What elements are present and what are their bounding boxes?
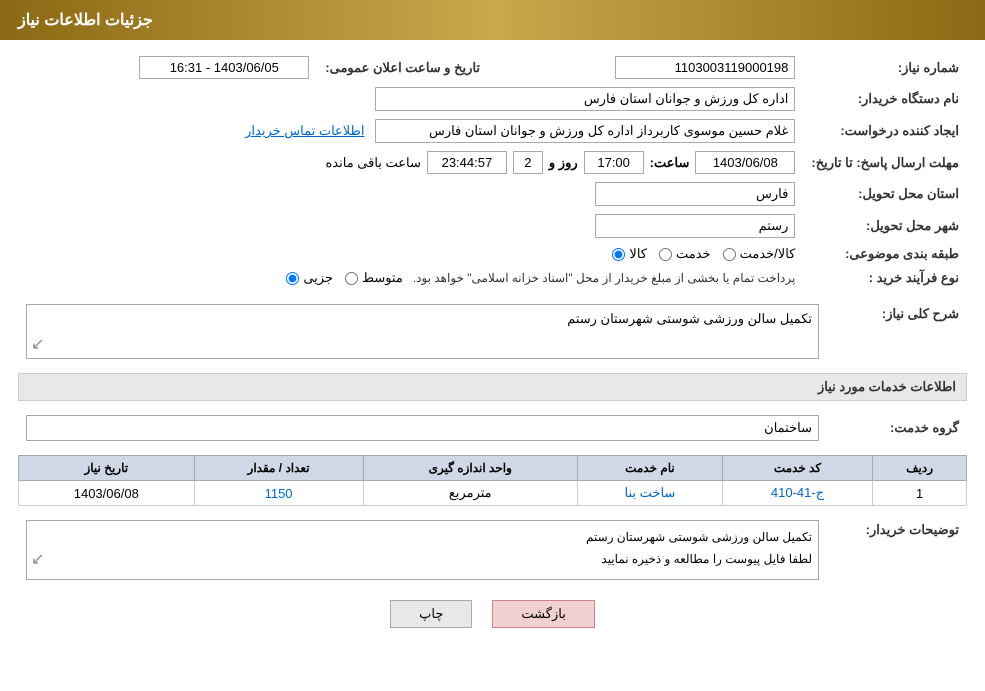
category-cell: کالا/خدمت خدمت کالا: [18, 242, 803, 266]
table-row: 1 ج-41-410 ساخت بنا مترمربع 1150 1403/06…: [19, 481, 967, 506]
process-radio-motavasset[interactable]: [345, 272, 358, 285]
col-header-code: کد خدمت: [722, 456, 872, 481]
requester-label: ایجاد کننده درخواست:: [803, 115, 967, 147]
buyer-org-label: نام دستگاه خریدار:: [803, 83, 967, 115]
category-label-kala: کالا: [629, 246, 647, 262]
buyer-notes-cell: تکمیل سالن ورزشی شوستی شهرستان رستم لطفا…: [18, 516, 827, 584]
service-group-value: ساختمان: [26, 415, 819, 441]
requester-cell: غلام حسین موسوی کاربرداز اداره کل ورزش و…: [18, 115, 803, 147]
announce-datetime-label: تاریخ و ساعت اعلان عمومی:: [317, 52, 488, 83]
process-cell: پرداخت تمام یا بخشی از مبلغ خریدار از مح…: [18, 266, 803, 290]
deadline-cell: 1403/06/08 ساعت: 17:00 روز و 2 23:44:57 …: [18, 147, 803, 178]
process-label-jozi: جزیی: [303, 270, 333, 286]
cell-date: 1403/06/08: [19, 481, 195, 506]
category-label-khedmat: خدمت: [676, 246, 711, 262]
process-description: پرداخت تمام یا بخشی از مبلغ خریدار از مح…: [413, 271, 796, 285]
service-group-label: گروه خدمت:: [827, 411, 967, 445]
need-description-value: تکمیل سالن ورزشی شوستی شهرستان رستم: [567, 311, 812, 326]
category-radio-group: کالا/خدمت خدمت کالا: [612, 246, 795, 262]
category-radio-kala[interactable]: [612, 248, 625, 261]
category-label-kala-khedmat: کالا/خدمت: [740, 246, 796, 262]
need-description-box: تکمیل سالن ورزشی شوستی شهرستان رستم ↙: [26, 304, 819, 359]
col-header-name: نام خدمت: [577, 456, 722, 481]
buyer-notes-line1: تکمیل سالن ورزشی شوستی شهرستان رستم: [33, 527, 812, 549]
need-number-cell: 1103003119000198: [488, 52, 803, 83]
page-title: جزئیات اطلاعات نیاز: [18, 12, 153, 29]
service-group-cell: ساختمان: [18, 411, 827, 445]
deadline-days: 2: [513, 151, 543, 174]
process-option-jozi: جزیی: [286, 270, 333, 286]
deadline-time: 17:00: [584, 151, 644, 174]
contact-link[interactable]: اطلاعات تماس خریدار: [245, 123, 364, 138]
need-desc-table: شرح کلی نیاز: تکمیل سالن ورزشی شوستی شهر…: [18, 300, 967, 363]
services-section-title: اطلاعات خدمات مورد نیاز: [18, 373, 967, 401]
process-radio-jozi[interactable]: [286, 272, 299, 285]
announce-datetime-cell: 1403/06/05 - 16:31: [18, 52, 317, 83]
deadline-date: 1403/06/08: [695, 151, 795, 174]
province-label: استان محل تحویل:: [803, 178, 967, 210]
col-header-row: ردیف: [873, 456, 967, 481]
buyer-notes-table: توضیحات خریدار: تکمیل سالن ورزشی شوستی ش…: [18, 516, 967, 584]
resize-handle-icon-2: ↙: [31, 546, 44, 575]
back-button[interactable]: بازگشت: [492, 600, 594, 628]
service-group-table: گروه خدمت: ساختمان: [18, 411, 967, 445]
main-content: شماره نیاز: 1103003119000198 تاریخ و ساع…: [0, 40, 985, 650]
deadline-time-label: ساعت:: [650, 155, 690, 171]
deadline-label: مهلت ارسال پاسخ: تا تاریخ:: [803, 147, 967, 178]
cell-quantity: 1150: [194, 481, 363, 506]
need-description-cell: تکمیل سالن ورزشی شوستی شهرستان رستم ↙: [18, 300, 827, 363]
page-wrapper: جزئیات اطلاعات نیاز شماره نیاز: 11030031…: [0, 0, 985, 691]
province-value: فارس: [595, 182, 795, 206]
remaining-time: 23:44:57: [427, 151, 507, 174]
col-header-qty: تعداد / مقدار: [194, 456, 363, 481]
process-label-motavasset: متوسط: [362, 270, 403, 286]
print-button[interactable]: چاپ: [390, 600, 472, 628]
need-number-label: شماره نیاز:: [803, 52, 967, 83]
cell-unit: مترمربع: [363, 481, 577, 506]
cell-code: ج-41-410: [722, 481, 872, 506]
services-data-table: ردیف کد خدمت نام خدمت واحد اندازه گیری ت…: [18, 455, 967, 506]
need-number-value: 1103003119000198: [615, 56, 795, 79]
buyer-notes-box: تکمیل سالن ورزشی شوستی شهرستان رستم لطفا…: [26, 520, 819, 580]
category-option-khedmat: خدمت: [659, 246, 711, 262]
category-label: طبقه بندی موضوعی:: [803, 242, 967, 266]
deadline-days-label: روز و: [549, 155, 578, 171]
buyer-notes-label: توضیحات خریدار:: [827, 516, 967, 584]
announce-datetime-value: 1403/06/05 - 16:31: [139, 56, 309, 79]
need-description-label: شرح کلی نیاز:: [827, 300, 967, 363]
process-label: نوع فرآیند خرید :: [803, 266, 967, 290]
province-cell: فارس: [18, 178, 803, 210]
cell-row: 1: [873, 481, 967, 506]
category-radio-khedmat[interactable]: [659, 248, 672, 261]
col-header-unit: واحد اندازه گیری: [363, 456, 577, 481]
city-value: رستم: [595, 214, 795, 238]
category-option-kala: کالا: [612, 246, 647, 262]
category-option-kala-khedmat: کالا/خدمت: [723, 246, 796, 262]
button-row: بازگشت چاپ: [18, 600, 967, 628]
cell-name: ساخت بنا: [577, 481, 722, 506]
process-option-motavasset: متوسط: [345, 270, 403, 286]
requester-value: غلام حسین موسوی کاربرداز اداره کل ورزش و…: [375, 119, 795, 143]
city-cell: رستم: [18, 210, 803, 242]
category-radio-kala-khedmat[interactable]: [723, 248, 736, 261]
resize-handle-icon: ↙: [31, 334, 44, 354]
basic-info-table: شماره نیاز: 1103003119000198 تاریخ و ساع…: [18, 52, 967, 290]
remaining-label: ساعت باقی مانده: [326, 155, 421, 171]
buyer-org-value: اداره کل ورزش و جوانان استان فارس: [375, 87, 795, 111]
process-radio-group: متوسط جزیی: [286, 270, 403, 286]
buyer-org-cell: اداره کل ورزش و جوانان استان فارس: [18, 83, 803, 115]
buyer-notes-line2: لطفا فایل پیوست را مطالعه و ذخیره نمایید: [33, 549, 812, 571]
col-header-date: تاریخ نیاز: [19, 456, 195, 481]
city-label: شهر محل تحویل:: [803, 210, 967, 242]
page-header: جزئیات اطلاعات نیاز: [0, 0, 985, 40]
